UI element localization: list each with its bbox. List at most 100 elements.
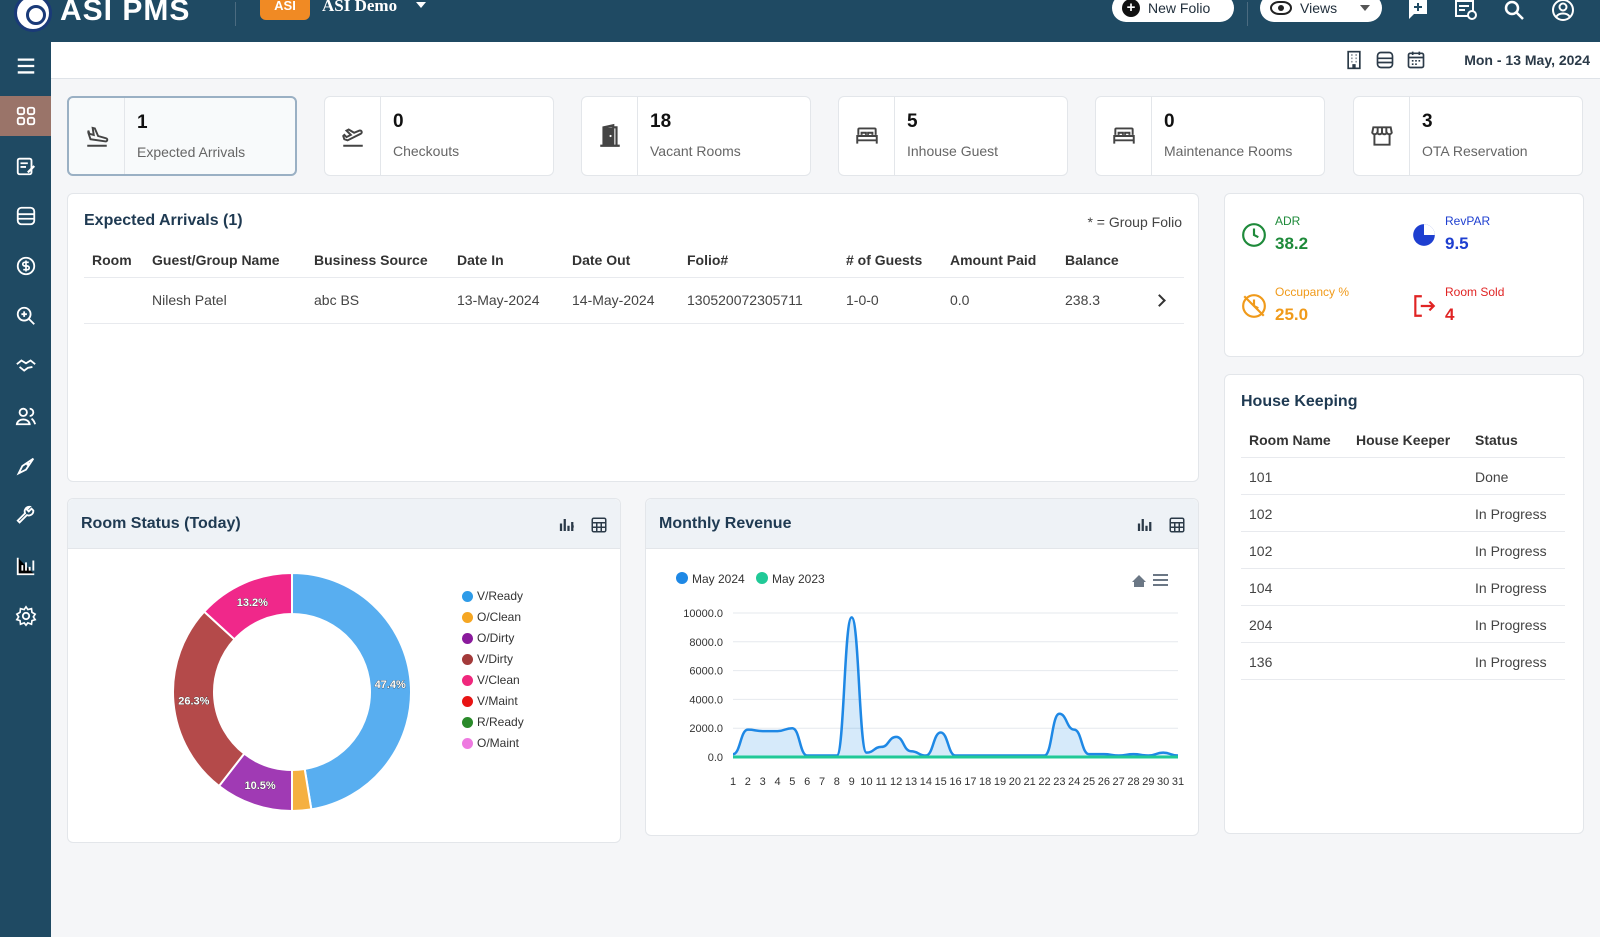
users-icon xyxy=(15,407,36,426)
x-tick-label: 14 xyxy=(920,776,932,788)
stat-icon-wrap xyxy=(1354,97,1410,175)
legend-label[interactable]: May 2023 xyxy=(772,572,825,586)
cell-room: 102 xyxy=(1249,506,1273,522)
table-view-icon[interactable] xyxy=(590,516,608,534)
table-row[interactable]: 102 In Progress xyxy=(1241,495,1565,532)
x-tick-label: 5 xyxy=(789,776,795,788)
table-row[interactable]: 136 In Progress xyxy=(1241,643,1565,680)
stat-card-checkouts[interactable]: 0 Checkouts xyxy=(324,96,554,176)
arrivals-title: Expected Arrivals (1) xyxy=(84,212,243,229)
group-folio-note: * = Group Folio xyxy=(1087,214,1182,230)
cell-guest: Nilesh Patel xyxy=(152,292,227,308)
new-folio-button[interactable]: + New Folio xyxy=(1112,0,1234,22)
user-account-icon[interactable] xyxy=(1551,0,1575,22)
property-selector[interactable]: ASI Demo xyxy=(322,0,397,16)
stat-card-expected-arrivals[interactable]: 1 Expected Arrivals xyxy=(67,96,297,176)
panel-header: Room Status (Today) xyxy=(68,499,620,549)
legend-item[interactable]: R/Ready xyxy=(462,715,524,729)
calendar-icon[interactable] xyxy=(1406,50,1426,70)
metric-room-sold: Room Sold 4 xyxy=(1411,285,1571,345)
sidebar-item-settings[interactable] xyxy=(0,596,51,636)
legend-dot xyxy=(462,674,473,686)
y-tick-label: 4000.0 xyxy=(689,694,723,706)
sidebar-item-reports-search[interactable] xyxy=(0,296,51,336)
views-label: Views xyxy=(1300,0,1338,16)
x-tick-label: 8 xyxy=(834,776,840,788)
dashboard-icon xyxy=(16,106,35,126)
legend-marker xyxy=(676,572,688,584)
table-row[interactable]: 204 In Progress xyxy=(1241,606,1565,643)
search-icon[interactable] xyxy=(1502,0,1526,22)
chart-view-icon[interactable] xyxy=(558,516,576,534)
legend-item[interactable]: O/Dirty xyxy=(462,631,514,645)
legend-label: O/Clean xyxy=(477,610,522,624)
x-tick-label: 7 xyxy=(819,776,825,788)
legend-label: V/Maint xyxy=(477,694,518,708)
menu-icon xyxy=(17,58,34,74)
x-tick-label: 27 xyxy=(1113,776,1125,788)
legend-item[interactable]: V/Clean xyxy=(462,673,520,687)
legend-item[interactable]: O/Maint xyxy=(462,736,519,750)
sidebar-item-dashboard[interactable] xyxy=(0,96,51,136)
chart-menu-icon[interactable] xyxy=(1153,574,1168,586)
topbar-divider xyxy=(1247,2,1248,26)
handshake-icon xyxy=(15,359,36,372)
metric-label: ADR xyxy=(1275,214,1301,228)
legend-item[interactable]: V/Maint xyxy=(462,694,518,708)
table-row[interactable]: 101 Done xyxy=(1241,458,1565,495)
sidebar-item-reservation[interactable] xyxy=(0,146,51,186)
database-icon[interactable] xyxy=(1375,50,1395,70)
x-tick-label: 24 xyxy=(1068,776,1080,788)
table-row[interactable]: 102 In Progress xyxy=(1241,532,1565,569)
stat-icon-wrap xyxy=(839,97,895,175)
column-header: Amount Paid xyxy=(950,252,1037,268)
sidebar-item-maintenance[interactable] xyxy=(0,496,51,536)
cell-date-out: 14-May-2024 xyxy=(572,292,655,308)
sidebar-item-marketing[interactable] xyxy=(0,446,51,486)
sidebar-item-billing[interactable] xyxy=(0,246,51,286)
x-tick-label: 13 xyxy=(905,776,917,788)
building-icon[interactable] xyxy=(1344,50,1364,70)
metric-occupancy: Occupancy % 25.0 xyxy=(1241,285,1401,345)
legend-label: V/Dirty xyxy=(477,652,513,666)
home-icon[interactable] xyxy=(1132,575,1146,587)
donut-data-label: 47.4% xyxy=(375,679,406,691)
x-tick-label: 22 xyxy=(1038,776,1050,788)
table-row[interactable]: Nilesh Patel abc BS 13-May-2024 14-May-2… xyxy=(84,278,1184,324)
sidebar-item-rooms[interactable] xyxy=(0,196,51,236)
x-tick-label: 11 xyxy=(876,776,887,788)
room-status-donut-chart: 47.4% 10.5% 26.3% 13.2% xyxy=(172,571,412,813)
sidebar-item-reports[interactable] xyxy=(0,546,51,586)
add-comment-icon[interactable] xyxy=(1406,0,1430,22)
chevron-down-icon[interactable] xyxy=(416,2,426,8)
folio-list-icon[interactable] xyxy=(1454,0,1478,22)
search-report-icon xyxy=(16,306,35,325)
table-view-icon[interactable] xyxy=(1168,516,1186,534)
stat-count: 0 xyxy=(393,111,404,132)
stat-card-inhouse-guest[interactable]: 5 Inhouse Guest xyxy=(838,96,1068,176)
x-tick-label: 29 xyxy=(1142,776,1154,788)
stat-card-maintenance-rooms[interactable]: 0 Maintenance Rooms xyxy=(1095,96,1325,176)
metric-value: 9.5 xyxy=(1445,234,1469,253)
sidebar-item-partners[interactable] xyxy=(0,346,51,386)
x-tick-label: 15 xyxy=(935,776,947,788)
table-row[interactable]: 104 In Progress xyxy=(1241,569,1565,606)
legend-item[interactable]: O/Clean xyxy=(462,610,521,624)
marketing-icon xyxy=(16,457,34,476)
legend-item[interactable]: V/Dirty xyxy=(462,652,513,666)
donut-slice-v-ready[interactable] xyxy=(291,571,412,811)
stat-count: 5 xyxy=(907,111,918,132)
chart-view-icon[interactable] xyxy=(1136,516,1154,534)
series-line-0[interactable] xyxy=(732,616,1179,757)
sidebar-item-guests[interactable] xyxy=(0,396,51,436)
legend-label[interactable]: May 2024 xyxy=(692,572,745,586)
plane-departure-icon xyxy=(341,128,363,147)
wrench-icon xyxy=(15,505,34,524)
stat-card-ota-reservation[interactable]: 3 OTA Reservation xyxy=(1353,96,1583,176)
x-tick-label: 18 xyxy=(979,776,991,788)
views-dropdown[interactable]: Views xyxy=(1260,0,1382,22)
legend-item[interactable]: V/Ready xyxy=(462,589,523,603)
stat-card-vacant-rooms[interactable]: 18 Vacant Rooms xyxy=(581,96,811,176)
sidebar-item-menu[interactable] xyxy=(0,46,51,86)
chevron-right-icon[interactable] xyxy=(1153,294,1166,307)
